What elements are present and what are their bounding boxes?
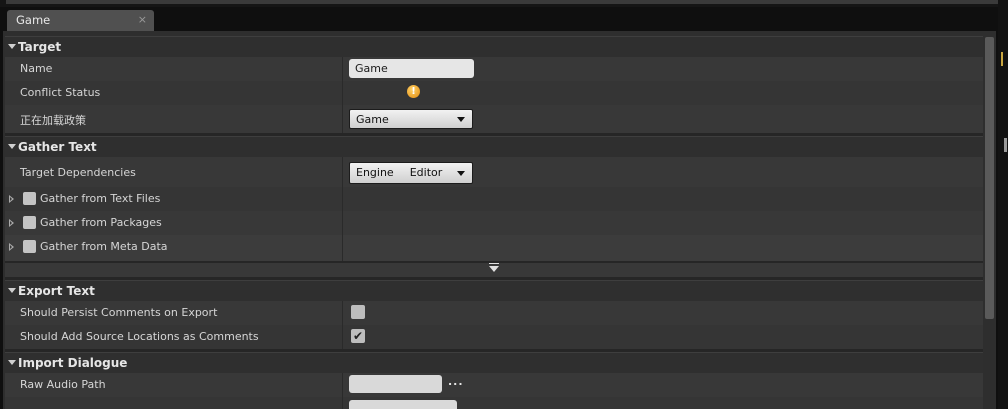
property-label: Should Add Source Locations as Comments	[20, 330, 259, 343]
section-title: Export Text	[18, 284, 95, 298]
property-row-gather-packages: Gather from Packages	[5, 211, 983, 235]
source-locations-checkbox[interactable]: ✔	[351, 329, 365, 343]
warning-icon: !	[407, 85, 420, 98]
property-row-name: Name Game	[5, 57, 983, 81]
section-title: Import Dialogue	[18, 356, 128, 370]
property-row-source-locations: Should Add Source Locations as Comments …	[5, 325, 983, 349]
show-advanced-button[interactable]	[5, 263, 983, 277]
dropdown-value-editor: Editor	[409, 166, 443, 179]
persist-comments-checkbox[interactable]	[351, 305, 365, 319]
gather-meta-data-checkbox[interactable]	[23, 240, 36, 253]
dropdown-value: Game	[356, 113, 389, 126]
next-path-input[interactable]	[349, 400, 457, 409]
property-label: Conflict Status	[20, 86, 101, 99]
expand-arrow-icon[interactable]	[9, 195, 14, 203]
browse-button[interactable]: ...	[448, 375, 464, 388]
chevron-down-icon	[457, 171, 465, 176]
expand-arrow-icon[interactable]	[9, 219, 14, 227]
collapse-arrow-icon[interactable]	[8, 44, 16, 49]
details-panel: Target Name Game Conflict Status ! 正在加载政…	[3, 31, 996, 409]
target-dependencies-dropdown[interactable]: Engine Editor	[349, 162, 473, 184]
raw-audio-path-input[interactable]	[349, 375, 442, 393]
property-label: Gather from Packages	[40, 216, 162, 229]
section-header-target[interactable]: Target	[5, 36, 983, 57]
property-label: Name	[20, 62, 53, 75]
name-input[interactable]: Game	[349, 59, 474, 78]
property-row-raw-audio-path: Raw Audio Path ...	[5, 373, 983, 397]
collapse-arrow-icon[interactable]	[8, 360, 16, 365]
loading-policy-dropdown[interactable]: Game	[349, 109, 473, 129]
property-label: Gather from Meta Data	[40, 240, 168, 253]
section-header-import-dialogue[interactable]: Import Dialogue	[5, 352, 983, 373]
vertical-scrollbar[interactable]	[985, 37, 994, 319]
section-title: Gather Text	[18, 140, 97, 154]
tab-game[interactable]: Game ×	[7, 10, 154, 31]
property-row-target-dependencies: Target Dependencies Engine Editor	[5, 157, 983, 187]
collapse-arrow-icon[interactable]	[8, 144, 16, 149]
property-row-next	[5, 397, 983, 409]
property-row-loading-policy: 正在加载政策 Game	[5, 105, 983, 133]
property-row-persist-comments: Should Persist Comments on Export	[5, 301, 983, 325]
window-top-bar	[0, 0, 1008, 7]
expand-arrow-icon[interactable]	[9, 243, 14, 251]
right-dock-strip	[998, 0, 1008, 409]
close-icon[interactable]: ×	[138, 13, 147, 26]
section-title: Target	[18, 40, 62, 54]
chevron-down-icon	[457, 117, 465, 122]
property-label: Raw Audio Path	[20, 378, 106, 391]
section-header-export-text[interactable]: Export Text	[5, 280, 983, 301]
tab-label: Game	[16, 13, 51, 27]
property-row-conflict-status: Conflict Status !	[5, 81, 983, 105]
dropdown-value-engine: Engine	[356, 166, 394, 179]
collapse-arrow-icon[interactable]	[8, 288, 16, 293]
property-label: Target Dependencies	[20, 166, 136, 179]
property-label: 正在加载政策	[20, 114, 86, 127]
property-label: Gather from Text Files	[40, 192, 161, 205]
expand-advanced-icon	[489, 263, 499, 272]
gather-text-files-checkbox[interactable]	[23, 192, 36, 205]
gather-packages-checkbox[interactable]	[23, 216, 36, 229]
section-header-gather-text[interactable]: Gather Text	[5, 136, 983, 157]
property-label: Should Persist Comments on Export	[20, 306, 218, 319]
property-row-gather-text-files: Gather from Text Files	[5, 187, 983, 211]
property-row-gather-meta-data: Gather from Meta Data	[5, 235, 983, 261]
